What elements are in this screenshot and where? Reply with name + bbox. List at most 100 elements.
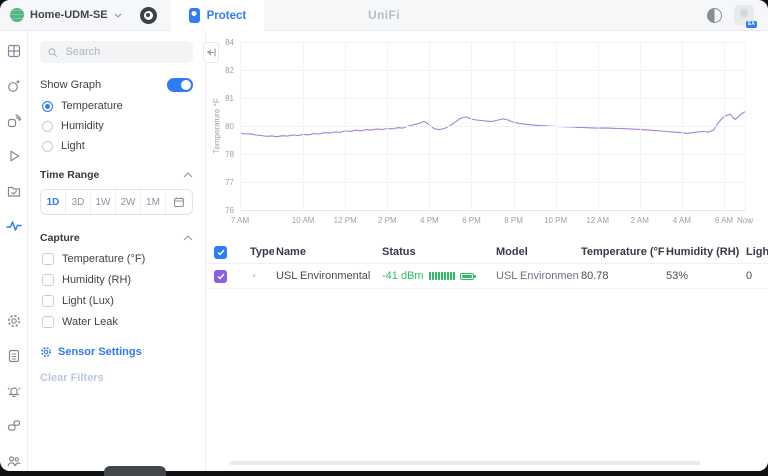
gridline-h xyxy=(240,70,745,71)
gridline-v xyxy=(429,42,430,210)
unifi-os-icon[interactable] xyxy=(140,7,157,24)
time-range-3d[interactable]: 3D xyxy=(65,190,90,214)
feedback-icon[interactable] xyxy=(6,418,22,434)
x-tick-label: 6 AM xyxy=(715,216,733,225)
row-checkbox[interactable] xyxy=(214,270,227,283)
radio-option-temperature[interactable]: Temperature xyxy=(40,100,193,112)
system-log-icon[interactable] xyxy=(6,348,22,364)
signal-bar xyxy=(453,272,455,280)
search-input[interactable] xyxy=(63,45,185,59)
cameras-icon[interactable] xyxy=(6,78,22,94)
col-name[interactable]: Name xyxy=(274,246,380,258)
signal-bar xyxy=(444,272,446,280)
chart-plot[interactable] xyxy=(240,42,745,210)
checkbox-unchecked-icon[interactable] xyxy=(42,316,54,328)
radio-unselected-icon[interactable] xyxy=(42,141,53,152)
gridline-v xyxy=(303,42,304,210)
admins-icon[interactable] xyxy=(6,453,22,469)
capture-title: Capture xyxy=(40,232,80,244)
gridline-v xyxy=(240,42,241,210)
time-range-1w[interactable]: 1W xyxy=(90,190,115,214)
battery-icon xyxy=(460,273,474,280)
select-all-checkbox[interactable] xyxy=(214,246,227,259)
x-tick-label: 8 PM xyxy=(504,216,523,225)
y-tick-label: 82 xyxy=(208,66,234,75)
col-model[interactable]: Model xyxy=(494,246,579,258)
checkbox-unchecked-icon[interactable] xyxy=(42,253,54,265)
radio-option-humidity[interactable]: Humidity xyxy=(40,120,193,132)
top-bar: Home-UDM-SE Protect UniFi EA xyxy=(0,0,768,31)
theme-toggle-icon[interactable] xyxy=(707,8,722,23)
nav-rail xyxy=(0,31,28,471)
col-temperature[interactable]: Temperature (°F) xyxy=(579,246,664,258)
collapse-sidebar-icon xyxy=(207,48,216,57)
x-tick-label: Now xyxy=(737,216,753,225)
gridline-h xyxy=(240,98,745,99)
checkbox-unchecked-icon[interactable] xyxy=(42,295,54,307)
signal-bar xyxy=(429,272,431,280)
col-light[interactable]: Light xyxy=(744,246,768,258)
y-tick-label: 77 xyxy=(208,178,234,187)
sensor-name: USL Environmental xyxy=(274,270,380,282)
sensor-light: 0 xyxy=(744,270,768,282)
time-range-control: 1D3D1W2W1M xyxy=(40,189,193,215)
console-switcher[interactable]: Home-UDM-SE xyxy=(0,0,130,30)
signal-bar xyxy=(441,272,443,280)
dashboard-icon[interactable] xyxy=(6,43,22,59)
x-tick-label: 4 AM xyxy=(673,216,691,225)
search-icon xyxy=(48,47,57,58)
chevron-up-icon[interactable] xyxy=(183,235,193,241)
sensor-row[interactable]: USL Environmental -41 dBm USL Environmen… xyxy=(206,264,768,289)
time-range-1d[interactable]: 1D xyxy=(41,190,65,214)
signal-bars xyxy=(429,272,455,280)
avatar[interactable]: EA xyxy=(734,5,754,25)
gridline-v xyxy=(556,42,557,210)
radio-label: Light xyxy=(61,140,85,152)
sensor-settings-link[interactable]: Sensor Settings xyxy=(40,346,193,358)
x-tick-label: 10 PM xyxy=(544,216,567,225)
time-range-2w[interactable]: 2W xyxy=(115,190,140,214)
radio-option-light[interactable]: Light xyxy=(40,140,193,152)
playback-icon[interactable] xyxy=(6,148,22,164)
search-box[interactable] xyxy=(40,41,193,63)
notifications-bell-icon[interactable] xyxy=(6,383,22,399)
x-tick-label: 6 PM xyxy=(462,216,481,225)
capture-label: Humidity (RH) xyxy=(62,274,131,286)
horizontal-scrollbar[interactable] xyxy=(230,461,700,465)
console-icon xyxy=(10,8,24,22)
capture-option-water-leak[interactable]: Water Leak xyxy=(40,316,193,328)
time-range-options: 1D3D1W2W1M xyxy=(41,190,165,214)
radio-label: Temperature xyxy=(61,100,123,112)
sensor-graph[interactable]: Temperature °F 848281807877767 AM10 AM12… xyxy=(206,31,768,263)
x-tick-label: 10 AM xyxy=(292,216,315,225)
archive-icon[interactable] xyxy=(6,183,22,199)
chevron-down-icon xyxy=(114,13,122,18)
radio-unselected-icon[interactable] xyxy=(42,121,53,132)
tab-protect[interactable]: Protect xyxy=(171,0,265,31)
smart-detections-icon[interactable] xyxy=(6,113,22,129)
chevron-up-icon[interactable] xyxy=(183,172,193,178)
settings-gear-icon[interactable] xyxy=(6,313,22,329)
gridline-v xyxy=(724,42,725,210)
checkbox-unchecked-icon[interactable] xyxy=(42,274,54,286)
capture-option-humidity-rh-[interactable]: Humidity (RH) xyxy=(40,274,193,286)
time-range-1m[interactable]: 1M xyxy=(140,190,165,214)
radio-selected-icon[interactable] xyxy=(42,101,53,112)
activity-graph-icon[interactable] xyxy=(6,218,22,234)
time-range-calendar-button[interactable] xyxy=(165,190,192,214)
col-humidity[interactable]: Humidity (RH) xyxy=(664,246,744,258)
col-type[interactable]: Type xyxy=(248,246,274,258)
y-tick-label: 81 xyxy=(208,94,234,103)
collapse-sidebar-button[interactable] xyxy=(203,42,219,63)
capture-option-light-lux-[interactable]: Light (Lux) xyxy=(40,295,193,307)
gridline-h xyxy=(240,210,745,211)
app-window: Home-UDM-SE Protect UniFi EA xyxy=(0,0,768,471)
main-content: Temperature °F 848281807877767 AM10 AM12… xyxy=(206,31,768,471)
clear-filters-link[interactable]: Clear Filters xyxy=(40,372,193,384)
capture-option-temperature-f-[interactable]: Temperature (°F) xyxy=(40,253,193,265)
radio-label: Humidity xyxy=(61,120,104,132)
sensor-settings-label: Sensor Settings xyxy=(58,346,142,358)
sensor-model: USL Environmental xyxy=(494,270,579,282)
show-graph-toggle[interactable] xyxy=(167,78,193,92)
col-status[interactable]: Status xyxy=(380,246,494,258)
